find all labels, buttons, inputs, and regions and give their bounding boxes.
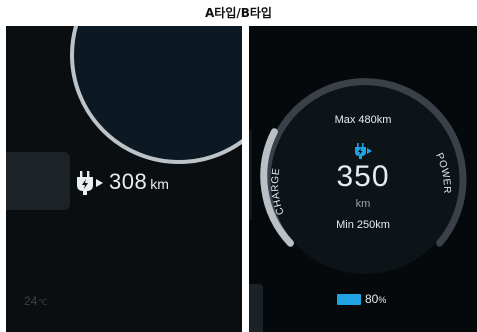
range-dial-circle [70,26,242,164]
info-card [6,152,70,210]
range-unit: km [150,176,169,192]
plug-charge-icon [355,143,372,159]
info-card [249,284,263,332]
temperature-readout: 24℃ [24,294,47,308]
battery-unit: % [378,295,387,305]
min-range-label: Min 250km [336,219,390,231]
range-value: 350 [336,160,390,193]
cluster-type-b: CHARGE POWER Max 480km 350 km Min 250km … [249,26,477,332]
max-range-label: Max 480km [334,114,392,126]
cluster-type-a: 308 km 24℃ [6,26,242,332]
plug-charge-icon [77,171,103,195]
temperature-value: 24 [24,294,38,308]
battery-level-bar [337,294,361,305]
battery-percent: 80 [365,292,379,306]
range-unit: km [355,198,371,210]
battery-readout: 80% [365,292,386,306]
range-readout: 308 km [109,169,169,195]
temperature-unit: ℃ [38,298,48,307]
comparison-caption: A타입/B타입 [205,6,272,20]
range-value: 308 [109,169,148,194]
